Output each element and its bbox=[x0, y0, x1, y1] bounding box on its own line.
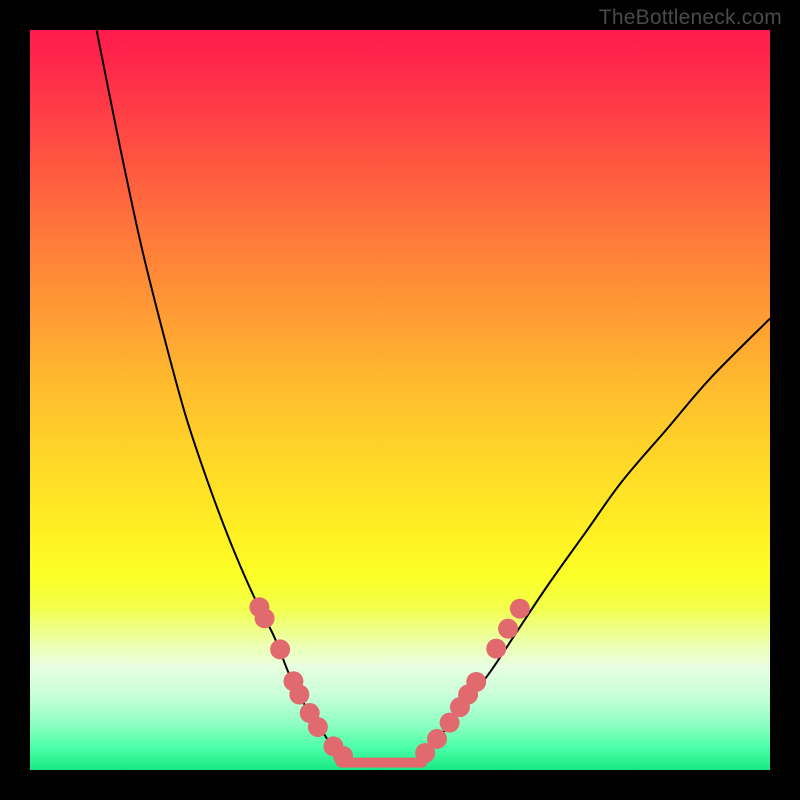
chart-svg-overlay bbox=[30, 30, 770, 770]
data-marker bbox=[466, 672, 486, 692]
data-marker bbox=[510, 599, 530, 619]
curve-lines bbox=[97, 30, 770, 764]
data-marker bbox=[486, 639, 506, 659]
curve-markers bbox=[249, 597, 529, 766]
chart-frame: TheBottleneck.com bbox=[0, 0, 800, 800]
data-marker bbox=[498, 619, 518, 639]
watermark-text: TheBottleneck.com bbox=[599, 6, 782, 30]
data-marker bbox=[308, 717, 328, 737]
data-marker bbox=[333, 746, 353, 766]
data-marker bbox=[427, 729, 447, 749]
data-marker bbox=[270, 639, 290, 659]
data-marker bbox=[289, 685, 309, 705]
v-curve-path bbox=[97, 30, 770, 764]
data-marker bbox=[255, 608, 275, 628]
